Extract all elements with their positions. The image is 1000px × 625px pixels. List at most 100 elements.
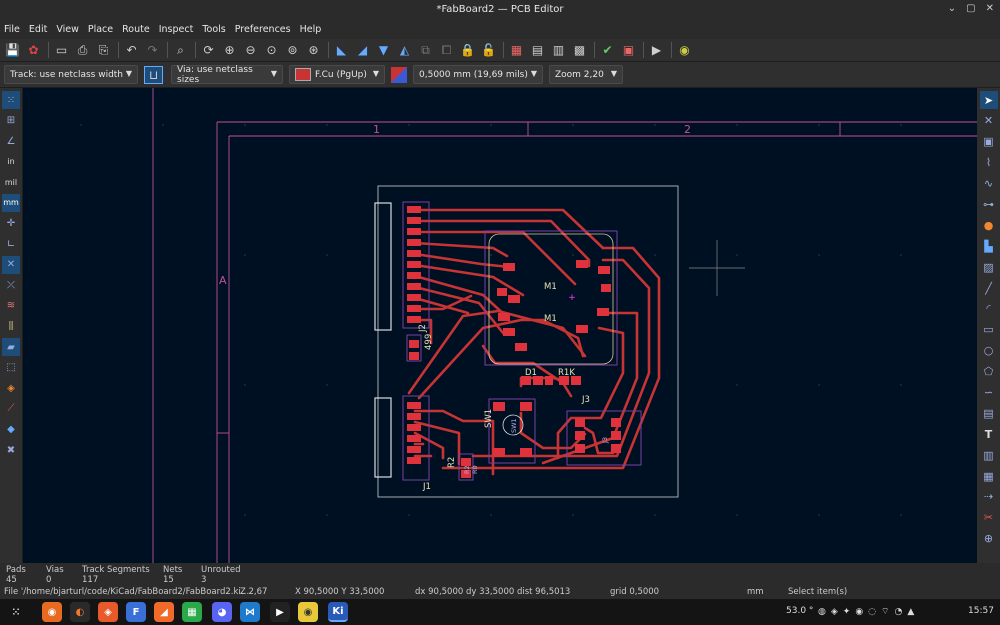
print-icon[interactable]: ⎙: [73, 41, 92, 59]
track-outline-icon[interactable]: ⬚: [2, 359, 20, 377]
via-size-select[interactable]: Via: use netclass sizes ▼: [171, 65, 283, 85]
via-fill-icon[interactable]: ▰: [2, 338, 20, 357]
flip-icon[interactable]: ▼: [374, 41, 393, 59]
net-color-icon[interactable]: ⟋: [2, 400, 20, 418]
add-zone-icon[interactable]: ▙: [980, 237, 998, 255]
grid-overrides-icon[interactable]: ⊞: [2, 112, 20, 130]
menu-file[interactable]: File: [4, 24, 20, 35]
add-footprint-icon[interactable]: ▣: [980, 133, 998, 151]
blender-icon[interactable]: ◐: [70, 602, 90, 622]
undo-icon[interactable]: ↶: [122, 41, 141, 59]
discord-icon[interactable]: ◕: [212, 602, 232, 622]
footprint-editor-icon[interactable]: ▤: [528, 41, 547, 59]
zoom-in-icon[interactable]: ⊕: [220, 41, 239, 59]
menu-tools[interactable]: Tools: [202, 24, 225, 35]
zoom-selection-icon[interactable]: ⊛: [304, 41, 323, 59]
zoom-fit-icon[interactable]: ⊙: [262, 41, 281, 59]
drc-icon[interactable]: ✔: [598, 41, 617, 59]
save-icon[interactable]: 💾: [3, 41, 22, 59]
vscode-icon[interactable]: ⋈: [240, 602, 260, 622]
minimize-button[interactable]: ⌄: [948, 3, 956, 14]
high-contrast-icon[interactable]: ◈: [2, 379, 20, 397]
track-width-select[interactable]: Track: use netclass width ▼: [4, 65, 138, 84]
zone-display-icon[interactable]: ≋: [2, 297, 20, 315]
zoom-objects-icon[interactable]: ⊚: [283, 41, 302, 59]
add-text-icon[interactable]: T: [980, 425, 998, 443]
lock-icon[interactable]: 🔒: [458, 41, 477, 59]
units-mil[interactable]: mil: [2, 173, 20, 191]
firefox-icon[interactable]: ◉: [42, 602, 62, 622]
zoom-select[interactable]: Zoom 2,20 ▼: [549, 65, 623, 84]
add-image-icon[interactable]: ▤: [980, 404, 998, 422]
menu-edit[interactable]: Edit: [29, 24, 47, 35]
units-mm[interactable]: mm: [2, 193, 20, 212]
refresh-icon[interactable]: ⟳: [199, 41, 218, 59]
menu-help[interactable]: Help: [300, 24, 322, 35]
schematic-icon[interactable]: ▣: [619, 41, 638, 59]
rule-area-icon[interactable]: ▨: [980, 258, 998, 276]
set-origin-icon[interactable]: ⊕: [980, 530, 998, 548]
prusa-slicer-icon[interactable]: ◈: [98, 602, 118, 622]
unlock-icon[interactable]: 🔓: [479, 41, 498, 59]
local-ratsnest-icon[interactable]: ✕: [980, 112, 998, 130]
ratsnest-icon[interactable]: ✕: [2, 255, 20, 274]
ungroup-icon[interactable]: ⧠: [437, 41, 456, 59]
kicad-plugin-icon[interactable]: ◉: [298, 602, 318, 622]
rotate-ccw-icon[interactable]: ◣: [332, 41, 351, 59]
terminal-icon[interactable]: ▶: [270, 602, 290, 622]
menu-inspect[interactable]: Inspect: [159, 24, 194, 35]
add-textbox-icon[interactable]: ▥: [980, 446, 998, 464]
plugin-icon[interactable]: ◉: [675, 41, 694, 59]
route-diff-pair-icon[interactable]: ∿: [980, 175, 998, 193]
draw-arc-icon[interactable]: ◜: [980, 300, 998, 318]
layer-pair-icon[interactable]: [391, 66, 407, 83]
cursor-icon[interactable]: ✛: [2, 215, 20, 233]
close-button[interactable]: ✕: [986, 3, 994, 14]
grid-select[interactable]: 0,5000 mm (19,69 mils) ▼: [413, 65, 543, 84]
angle-snap-icon[interactable]: ∟: [2, 235, 20, 253]
pcb-canvas[interactable]: 1 2 A + M1 M1 D1 R1K J3 J1 J2 SW1 R2 499…: [23, 88, 977, 563]
menu-route[interactable]: Route: [122, 24, 150, 35]
scripting-console-icon[interactable]: ▶: [647, 41, 666, 59]
find-icon[interactable]: ⌕: [171, 41, 190, 59]
restore-button[interactable]: ▢: [966, 3, 975, 14]
polar-coords-icon[interactable]: ∠: [2, 132, 20, 150]
kicad-icon[interactable]: Ki: [328, 602, 348, 622]
rotate-cw-icon[interactable]: ◢: [353, 41, 372, 59]
page-settings-icon[interactable]: ▭: [52, 41, 71, 59]
layers-manager-icon[interactable]: ◆: [2, 421, 20, 439]
menu-view[interactable]: View: [56, 24, 79, 35]
mirror-icon[interactable]: ◭: [395, 41, 414, 59]
menu-place[interactable]: Place: [88, 24, 113, 35]
pad-fill-icon[interactable]: ⫼: [2, 318, 20, 336]
app-launcher-icon[interactable]: ⁙: [6, 602, 26, 622]
update-pcb-icon[interactable]: ▩: [570, 41, 589, 59]
draw-curve-icon[interactable]: ∽: [980, 383, 998, 401]
draw-line-icon[interactable]: ╱: [980, 279, 998, 297]
menu-preferences[interactable]: Preferences: [235, 24, 291, 35]
files-icon[interactable]: F: [126, 602, 146, 622]
curved-ratsnest-icon[interactable]: ⤫: [2, 276, 20, 294]
units-inch[interactable]: in: [2, 153, 20, 171]
auto-track-width-icon[interactable]: ⊔: [144, 65, 163, 84]
board-setup-icon[interactable]: ✿: [24, 41, 43, 59]
redo-icon[interactable]: ↷: [143, 41, 162, 59]
zoom-out-icon[interactable]: ⊖: [241, 41, 260, 59]
calc-icon[interactable]: ▦: [182, 602, 202, 622]
footprint-browser-icon[interactable]: ▥: [549, 41, 568, 59]
select-tool-icon[interactable]: ➤: [979, 91, 998, 109]
add-table-icon[interactable]: ▦: [980, 467, 998, 485]
draw-circle-icon[interactable]: ○: [980, 342, 998, 360]
plot-icon[interactable]: ⎘: [94, 41, 113, 59]
board-view[interactable]: 1 2 A + M1 M1 D1 R1K J3 J1 J2 SW1 R2 499…: [23, 88, 977, 563]
orca-slicer-icon[interactable]: ◢: [154, 602, 174, 622]
properties-icon[interactable]: ✖: [2, 441, 20, 459]
draw-rect-icon[interactable]: ▭: [980, 321, 998, 339]
layer-select[interactable]: F.Cu (PgUp) ▼: [289, 65, 385, 84]
netlist-icon[interactable]: ▦: [507, 41, 526, 59]
delete-tool-icon[interactable]: ✂: [980, 509, 998, 527]
add-dimension-icon[interactable]: ⇢: [980, 488, 998, 506]
tune-length-icon[interactable]: ⊶: [980, 195, 998, 213]
route-track-icon[interactable]: ⌇: [980, 154, 998, 172]
grid-dots-icon[interactable]: ⁙: [2, 91, 20, 109]
